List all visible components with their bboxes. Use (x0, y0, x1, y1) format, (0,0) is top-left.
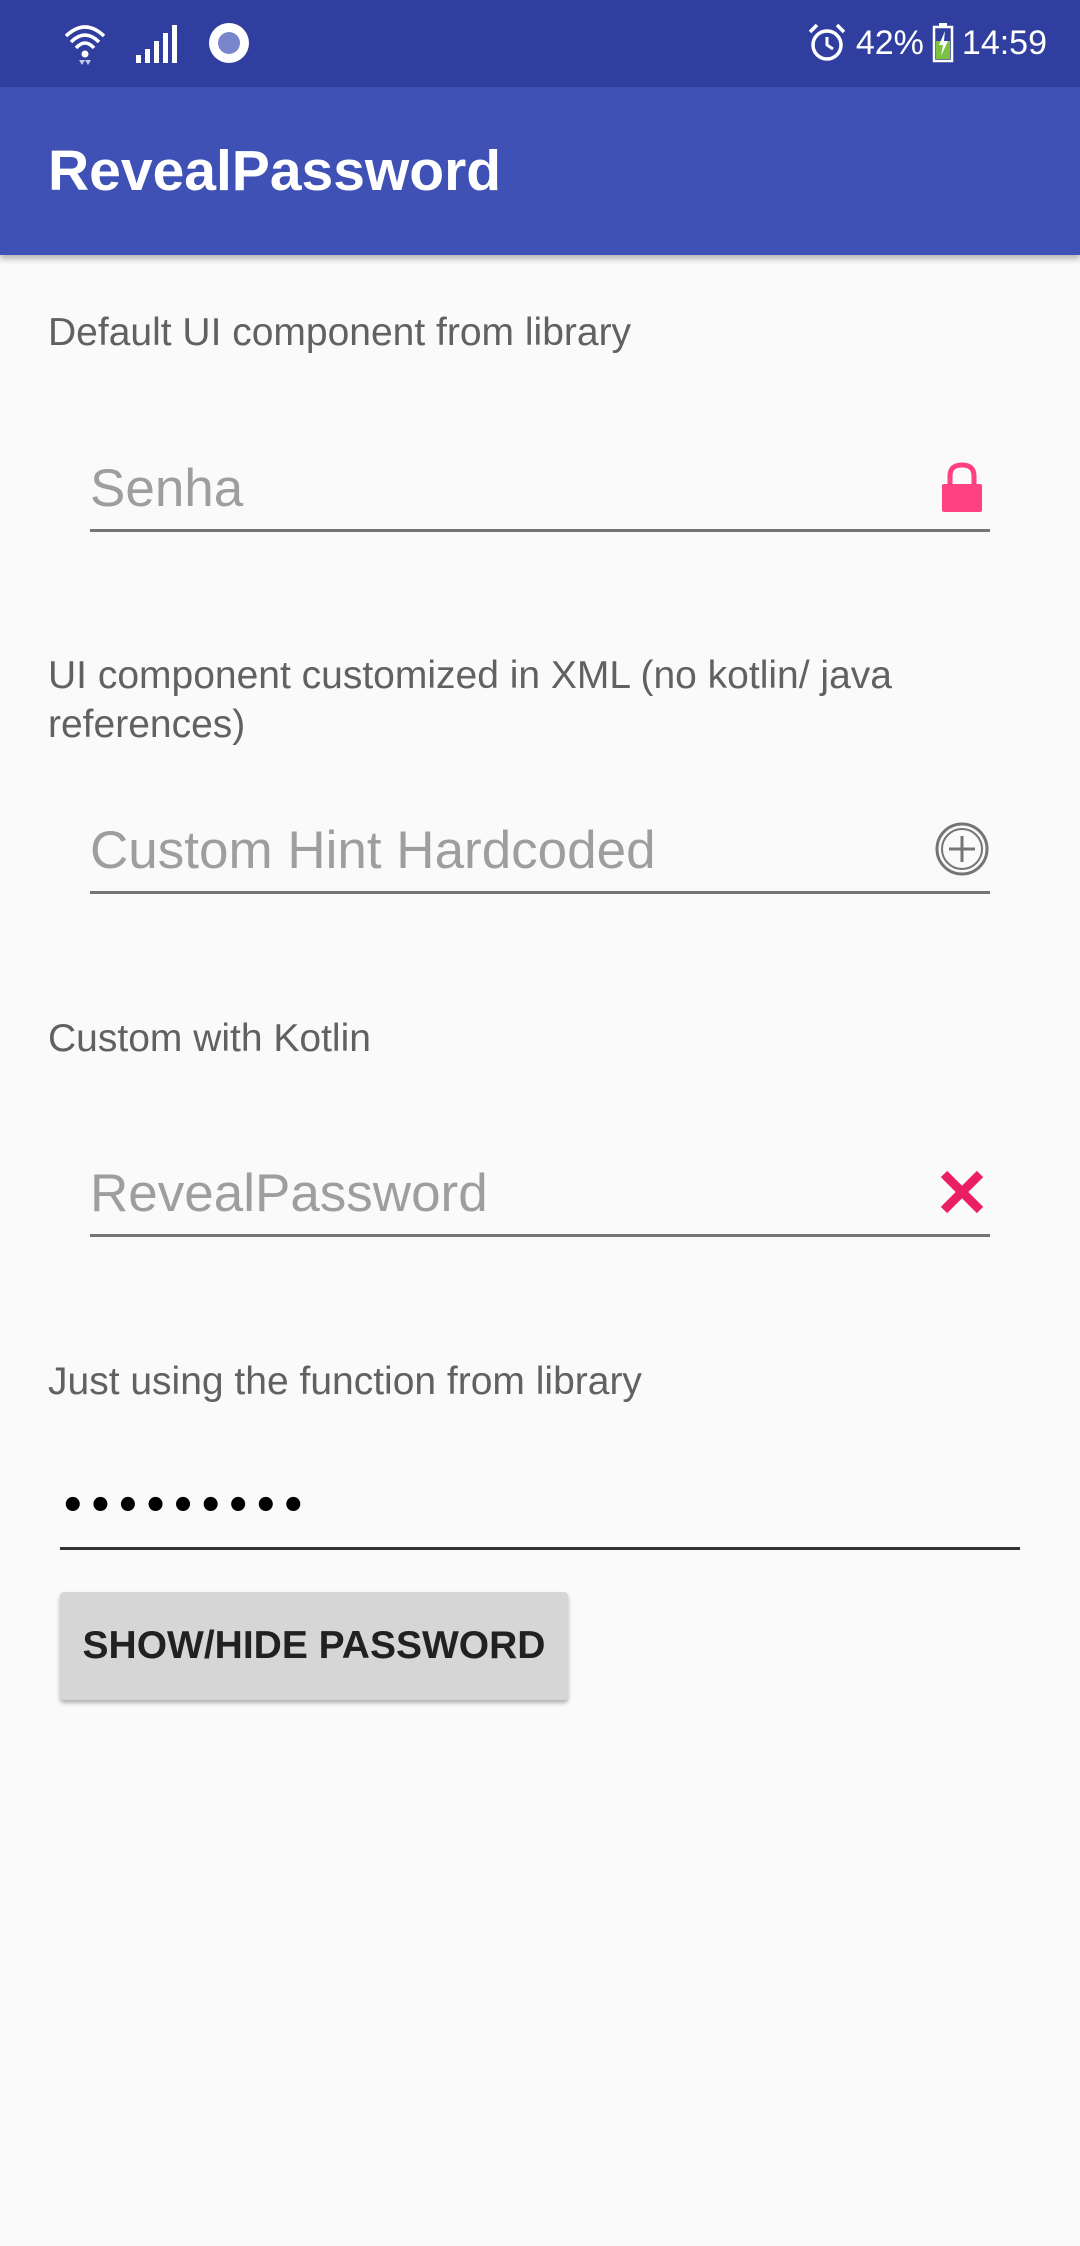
default-section-label: Default UI component from library (48, 311, 632, 354)
signal-icon (134, 23, 180, 63)
app-title: RevealPassword (48, 139, 502, 203)
default-password-field[interactable]: Senha (90, 452, 990, 532)
kotlin-password-hint: RevealPassword (90, 1164, 488, 1223)
close-icon[interactable] (934, 1164, 990, 1220)
battery-charging-icon (932, 23, 954, 63)
status-bar-left (62, 18, 252, 68)
clock: 14:59 (961, 24, 1047, 62)
alarm-icon (806, 22, 848, 64)
status-bar: 42% 14:59 (0, 0, 1080, 87)
show-hide-password-button[interactable]: SHOW/HIDE PASSWORD (60, 1592, 568, 1700)
status-bar-right: 42% 14:59 (806, 18, 1047, 68)
circle-plus-icon[interactable] (934, 821, 990, 877)
battery-percent: 42% (855, 24, 924, 62)
xml-password-hint: Custom Hint Hardcoded (90, 821, 656, 880)
kotlin-section-label: Custom with Kotlin (48, 1017, 371, 1060)
xml-password-field[interactable]: Custom Hint Hardcoded (90, 814, 990, 894)
function-password-field[interactable]: ••••••••• (60, 1470, 1020, 1550)
xml-section-label: UI component customized in XML (no kotli… (48, 654, 892, 746)
app-bar: RevealPassword (0, 87, 1080, 255)
data-sync-icon (206, 20, 252, 66)
wifi-icon (62, 20, 108, 66)
default-password-hint: Senha (90, 459, 244, 518)
masked-password-value: ••••••••• (60, 1483, 309, 1529)
function-section-label: Just using the function from library (48, 1360, 642, 1403)
lock-icon[interactable] (934, 459, 990, 515)
kotlin-password-field[interactable]: RevealPassword (90, 1157, 990, 1237)
